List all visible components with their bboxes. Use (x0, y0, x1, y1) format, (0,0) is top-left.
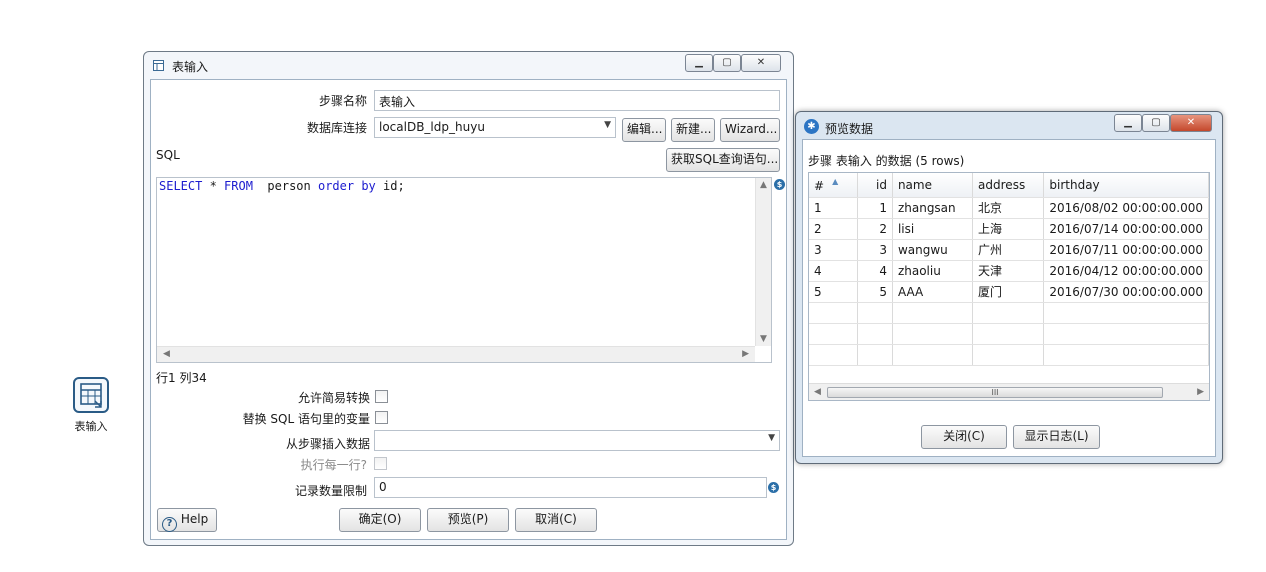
sql-horizontal-scrollbar[interactable]: ◀ ▶ (157, 346, 755, 362)
sql-editor[interactable]: SELECT * FROM person order by id; ▲ ▼ ◀ … (156, 177, 772, 363)
insert-from-step-select[interactable]: ▼ (374, 430, 780, 451)
new-connection-button[interactable]: 新建... (671, 118, 715, 142)
step-label: 表输入 (74, 420, 108, 433)
scroll-left-icon[interactable]: ◀ (814, 387, 821, 397)
table-row[interactable]: 5 5 AAA 厦门 2016/07/30 00:00:00.000 (809, 281, 1209, 303)
dialog-title: 表输入 (172, 60, 209, 74)
preview-title-bar[interactable]: ✱ 预览数据 ▁ ▢ ✕ (796, 112, 1222, 138)
preview-title: 预览数据 (825, 122, 874, 136)
cursor-position: 行1 列34 (156, 371, 207, 385)
empty-row (809, 302, 1209, 324)
sql-star: * (202, 179, 225, 193)
col-header-birthday[interactable]: birthday (1043, 173, 1209, 198)
edit-connection-button[interactable]: 编辑... (622, 118, 666, 142)
step-name-label: 步骤名称 (318, 94, 367, 108)
get-sql-button[interactable]: 获取SQL查询语句... (666, 148, 780, 172)
table-row[interactable]: 3 3 wangwu 广州 2016/07/11 00:00:00.000 (809, 239, 1209, 261)
minimize-button[interactable]: ▁ (1114, 114, 1142, 132)
sql-keyword-from: FROM (224, 179, 253, 193)
empty-row (809, 323, 1209, 345)
table-row[interactable]: 4 4 zhaoliu 天津 2016/04/12 00:00:00.000 (809, 260, 1209, 282)
sql-table: person (252, 179, 318, 193)
spoon-app-icon: ✱ (804, 119, 819, 134)
preview-button[interactable]: 预览(P) (427, 508, 509, 532)
empty-row (809, 344, 1209, 366)
preview-subtitle: 步骤 表输入 的数据 (5 rows) (808, 154, 965, 168)
maximize-button[interactable]: ▢ (1142, 114, 1170, 132)
scroll-thumb[interactable]: III (827, 387, 1163, 398)
step-name-input[interactable]: 表输入 (374, 90, 780, 111)
title-bar[interactable]: 表输入 ▁ ▢ ✕ (144, 52, 793, 78)
help-label: Help (180, 512, 209, 526)
replace-vars-label: 替换 SQL 语句里的变量 (242, 412, 370, 426)
scroll-right-icon[interactable]: ▶ (742, 349, 749, 359)
help-button[interactable]: ? Help (157, 508, 217, 532)
scroll-left-icon[interactable]: ◀ (163, 349, 170, 359)
insert-from-step-label: 从步骤插入数据 (285, 437, 370, 451)
cancel-button[interactable]: 取消(C) (515, 508, 597, 532)
replace-vars-checkbox[interactable] (375, 411, 388, 424)
close-button[interactable]: ✕ (741, 54, 781, 72)
col-header-rownum[interactable]: # ▲ (809, 173, 858, 198)
table-input-step-icon[interactable] (73, 377, 109, 413)
help-icon: ? (162, 517, 177, 532)
connection-label: 数据库连接 (306, 121, 367, 135)
show-log-button[interactable]: 显示日志(L) (1013, 425, 1100, 449)
ok-button[interactable]: 确定(O) (339, 508, 421, 532)
sql-tail: id; (375, 179, 405, 193)
preview-table[interactable]: # ▲ id name address birthday 1 1 zhangsan 北京… (808, 172, 1210, 401)
connection-select[interactable]: localDB_ldp_huyu ▼ (374, 117, 616, 138)
dropdown-arrow-icon: ▼ (768, 433, 775, 443)
sql-keyword-order-by: order by (317, 179, 376, 193)
scroll-down-icon[interactable]: ▼ (760, 334, 767, 344)
col-header-id[interactable]: id (857, 173, 893, 198)
variable-icon[interactable]: $ (768, 482, 779, 493)
preview-horizontal-scrollbar[interactable]: ◀ III ▶ (809, 383, 1209, 400)
sql-keyword-select: SELECT (159, 179, 203, 193)
preview-close-button[interactable]: 关闭(C) (921, 425, 1007, 449)
table-row[interactable]: 1 1 zhangsan 北京 2016/08/02 00:00:00.000 (809, 197, 1209, 219)
table-input-icon (153, 60, 165, 72)
lazy-conversion-label: 允许简易转换 (297, 391, 370, 405)
dropdown-arrow-icon: ▼ (604, 120, 611, 130)
limit-label: 记录数量限制 (294, 484, 367, 498)
connection-value: localDB_ldp_huyu (379, 120, 485, 134)
execute-each-row-label: 执行每一行? (300, 458, 367, 472)
table-row[interactable]: 2 2 lisi 上海 2016/07/14 00:00:00.000 (809, 218, 1209, 240)
sql-vertical-scrollbar[interactable]: ▲ ▼ (755, 178, 771, 346)
col-header-name[interactable]: name (892, 173, 974, 198)
maximize-button[interactable]: ▢ (713, 54, 741, 72)
sql-label: SQL (156, 148, 180, 162)
scroll-right-icon[interactable]: ▶ (1197, 387, 1204, 397)
variable-icon[interactable]: $ (774, 179, 785, 190)
sql-code: SELECT * FROM person order by id; (159, 179, 405, 193)
sort-indicator-icon: ▲ (832, 176, 839, 186)
lazy-conversion-checkbox[interactable] (375, 390, 388, 403)
close-button[interactable]: ✕ (1170, 114, 1212, 132)
limit-input[interactable]: 0 (374, 477, 767, 498)
scroll-up-icon[interactable]: ▲ (760, 180, 767, 190)
col-header-address[interactable]: address (972, 173, 1045, 198)
minimize-button[interactable]: ▁ (685, 54, 713, 72)
execute-each-row-checkbox[interactable] (374, 457, 387, 470)
wizard-button[interactable]: Wizard... (720, 118, 780, 142)
table-header-row: # ▲ id name address birthday (809, 173, 1209, 198)
